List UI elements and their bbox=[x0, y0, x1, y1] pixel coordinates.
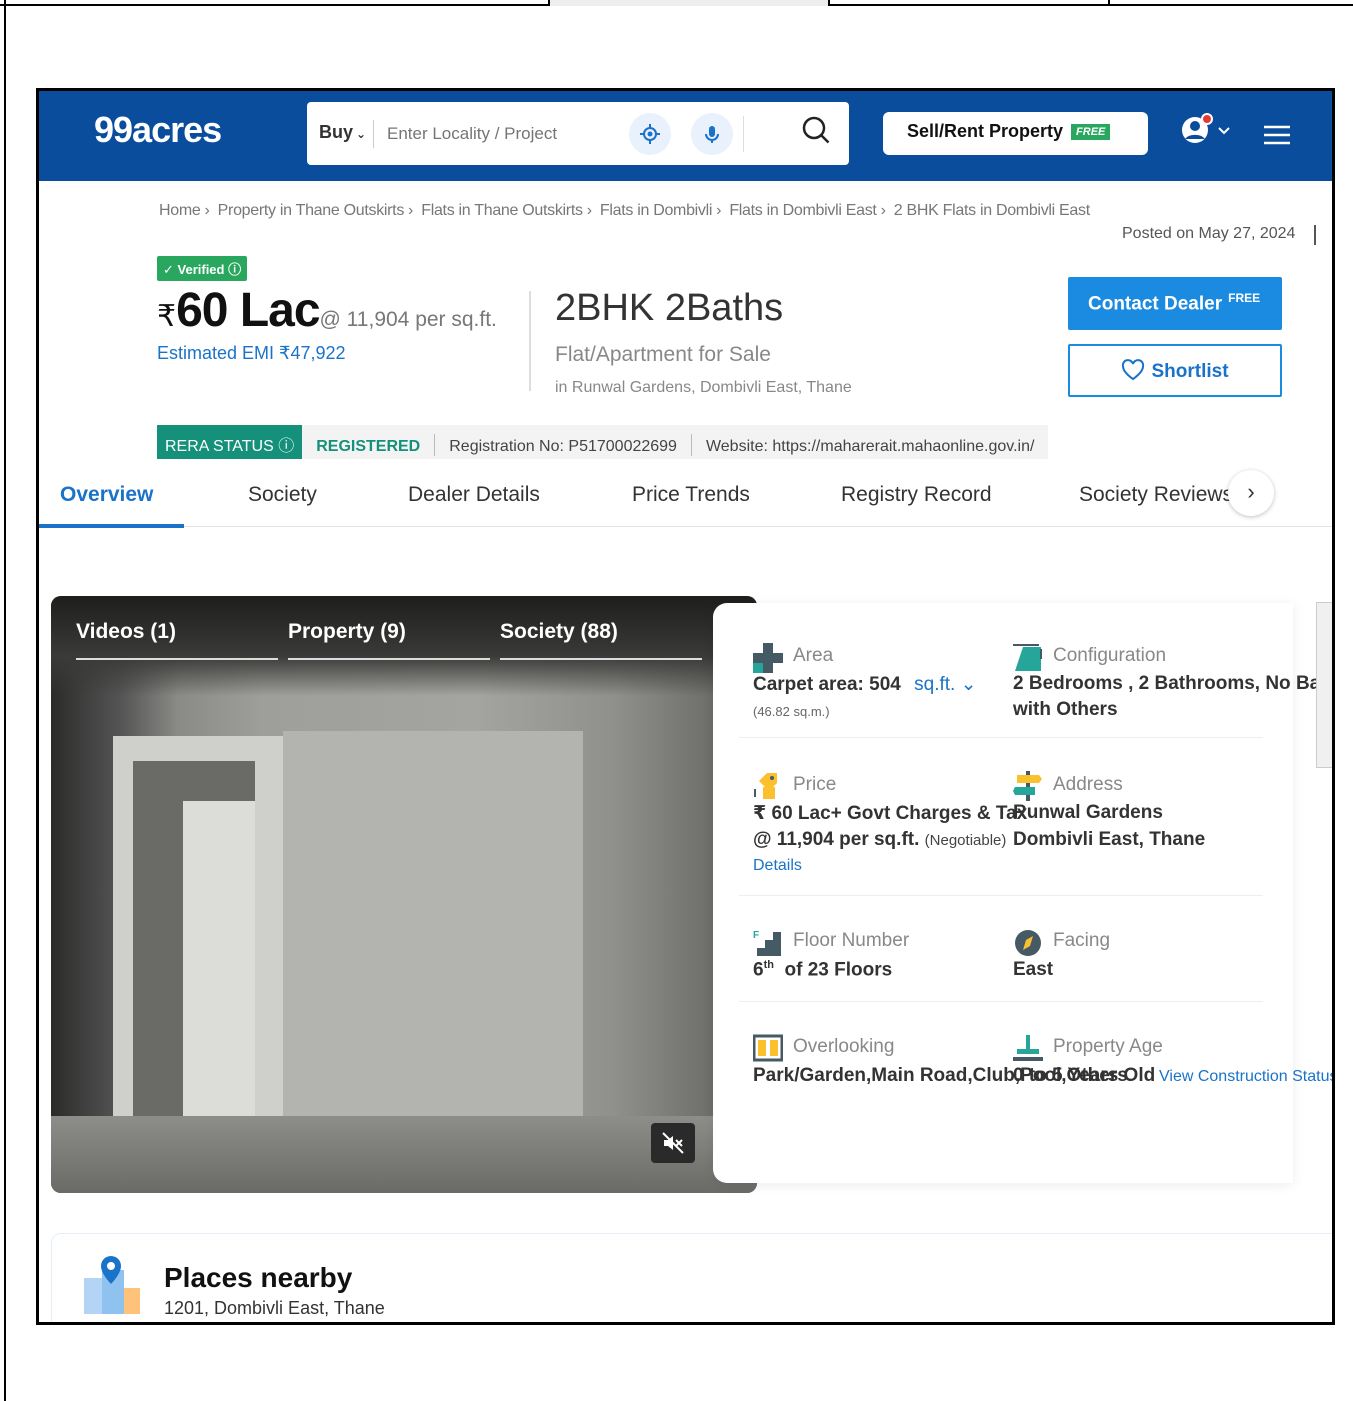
top-table-edge bbox=[0, 0, 1353, 6]
configuration-icon bbox=[1013, 644, 1042, 671]
tab-registry-record[interactable]: Registry Record bbox=[841, 483, 992, 507]
search-bar: Buy ⌄ bbox=[307, 102, 849, 165]
buy-dropdown[interactable]: Buy ⌄ bbox=[319, 122, 366, 143]
media-gallery[interactable]: Videos (1) Property (9) Society (88) bbox=[51, 596, 757, 1193]
breadcrumb: Home › Property in Thane Outskirts › Flats… bbox=[159, 202, 1090, 219]
price-label: Price bbox=[793, 774, 837, 795]
floor-number-label: Floor Number bbox=[793, 930, 910, 951]
tabs-next-button[interactable]: › bbox=[1228, 470, 1274, 516]
gallery-tab-videos[interactable]: Videos (1) bbox=[76, 620, 176, 644]
overlooking-window-icon bbox=[753, 1034, 783, 1062]
contact-dealer-button[interactable]: Contact Dealer FREE bbox=[1068, 277, 1282, 330]
area-label: Area bbox=[793, 645, 834, 666]
gallery-tab-society[interactable]: Society (88) bbox=[500, 620, 618, 644]
chevron-right-icon: › bbox=[1247, 479, 1255, 504]
listing-title: 2BHK 2Baths bbox=[555, 287, 784, 329]
area-icon bbox=[753, 643, 783, 673]
address-value: Runwal Gardens bbox=[1013, 802, 1163, 823]
configuration-label: Configuration bbox=[1053, 645, 1167, 666]
heart-icon bbox=[1122, 359, 1145, 381]
address-signpost-icon bbox=[1013, 771, 1042, 801]
overlooking-label: Overlooking bbox=[793, 1036, 895, 1057]
rera-website: Website: https://maharerait.mahaonline.g… bbox=[705, 438, 1035, 455]
breadcrumb-item[interactable]: Flats in Dombivli bbox=[600, 202, 713, 219]
breadcrumb-item[interactable]: 2 BHK Flats in Dombivli East bbox=[894, 202, 1090, 219]
screenshot-canvas: 99acres Buy⌄ Sell/Rent PropertyFREE bbox=[0, 0, 1353, 1401]
rera-registration: Registration No: P51700022699 bbox=[449, 438, 677, 455]
tab-overview[interactable]: Overview bbox=[60, 483, 153, 507]
compass-icon bbox=[1015, 930, 1041, 956]
area-sqm: (46.82 sq.m.) bbox=[753, 704, 830, 719]
tab-dealer-details[interactable]: Dealer Details bbox=[408, 483, 540, 507]
gallery-tab-property[interactable]: Property (9) bbox=[288, 620, 406, 644]
address-label: Address bbox=[1053, 774, 1123, 795]
mute-button[interactable] bbox=[651, 1123, 695, 1163]
verified-badge[interactable]: ✓ Verified ⓘ bbox=[157, 256, 248, 281]
estimated-emi-link[interactable]: Estimated EMI ₹47,922 bbox=[157, 343, 346, 364]
rera-status-label[interactable]: RERA STATUS ⓘ bbox=[157, 425, 303, 459]
tab-society-reviews[interactable]: Society Reviews bbox=[1079, 483, 1233, 507]
shortlist-button[interactable]: Shortlist bbox=[1068, 344, 1282, 397]
price-per-sqft: @ 11,904 per sq.ft. (Negotiable) bbox=[753, 829, 1007, 850]
locate-icon bbox=[640, 124, 660, 144]
breadcrumb-item[interactable]: Property in Thane Outskirts bbox=[218, 202, 405, 219]
free-badge: FREE bbox=[1071, 124, 1111, 140]
configuration-value: 2 Bedrooms , 2 Bathrooms, No Bal bbox=[1013, 673, 1326, 694]
price-value: ₹ 60 Lac+ Govt Charges & Tax bbox=[753, 803, 1028, 824]
floor-number-value: 6th of 23 Floors bbox=[753, 959, 893, 981]
user-icon bbox=[1182, 113, 1230, 143]
address-value-2: Dombivli East, Thane bbox=[1013, 829, 1206, 850]
locate-button[interactable] bbox=[629, 113, 671, 155]
property-age-icon bbox=[1013, 1035, 1043, 1061]
user-menu[interactable] bbox=[1179, 113, 1235, 152]
price-tag-icon bbox=[754, 773, 777, 799]
area-unit-dropdown[interactable]: sq.ft. ⌄ bbox=[914, 674, 976, 695]
area-value: Carpet area: 504 sq.ft. ⌄ bbox=[753, 674, 977, 695]
places-nearby-icon bbox=[84, 1256, 140, 1314]
breadcrumb-item[interactable]: Flats in Thane Outskirts bbox=[421, 202, 583, 219]
left-border-line bbox=[4, 0, 6, 1401]
search-input[interactable] bbox=[387, 120, 587, 148]
facing-value: East bbox=[1013, 959, 1054, 980]
chevron-down-icon: ⌄ bbox=[356, 127, 367, 141]
facing-label: Facing bbox=[1053, 930, 1111, 951]
places-nearby-section: Places nearby 1201, Dombivli East, Thane bbox=[51, 1233, 1332, 1322]
configuration-value-2: with Others bbox=[1013, 699, 1118, 720]
voice-search-button[interactable] bbox=[691, 113, 733, 155]
property-details-card: Area Carpet area: 504 sq.ft. ⌄ (46.82 sq… bbox=[713, 603, 1332, 1183]
muted-speaker-icon bbox=[662, 1132, 684, 1154]
view-construction-status-link[interactable]: View Construction Status bbox=[1159, 1068, 1332, 1086]
price-details-link[interactable]: Details bbox=[753, 857, 802, 875]
tab-price-trends[interactable]: Price Trends bbox=[632, 483, 750, 507]
breadcrumb-item[interactable]: Home bbox=[159, 202, 201, 219]
property-age-label: Property Age bbox=[1053, 1036, 1163, 1057]
active-tab-indicator bbox=[39, 524, 184, 528]
search-icon bbox=[802, 116, 830, 144]
places-nearby-title: Places nearby bbox=[164, 1262, 353, 1293]
menu-icon bbox=[1264, 125, 1290, 145]
site-header: 99acres Buy⌄ Sell/Rent PropertyFREE bbox=[39, 91, 1332, 181]
listing-location: in Runwal Gardens, Dombivli East, Thane bbox=[555, 379, 852, 396]
breadcrumb-item[interactable]: Flats in Dombivli East bbox=[729, 202, 877, 219]
listing-price: ₹60 Lac@ 11,904 per sq.ft. bbox=[157, 284, 497, 337]
property-age-value: 0 to 5 Years Old bbox=[1013, 1065, 1156, 1086]
floor-number-icon: F bbox=[753, 930, 781, 956]
svg-text:F: F bbox=[753, 930, 759, 941]
search-button[interactable] bbox=[801, 115, 831, 150]
hamburger-menu[interactable] bbox=[1263, 125, 1291, 150]
listing-subtitle: Flat/Apartment for Sale bbox=[555, 343, 771, 366]
places-nearby-address: 1201, Dombivli East, Thane bbox=[164, 1298, 385, 1318]
tab-society[interactable]: Society bbox=[248, 483, 317, 507]
feedback-side-tab[interactable] bbox=[1316, 602, 1332, 768]
browser-frame: 99acres Buy⌄ Sell/Rent PropertyFREE bbox=[36, 88, 1335, 1325]
logo[interactable]: 99acres bbox=[94, 109, 222, 151]
posted-date: Posted on May 27, 2024 bbox=[1122, 225, 1296, 242]
section-tabs: Overview Society Dealer Details Price Tr… bbox=[39, 471, 1332, 528]
rera-status-value: REGISTERED bbox=[316, 438, 421, 455]
microphone-icon bbox=[705, 126, 719, 143]
sell-rent-property-button[interactable]: Sell/Rent Property FREE bbox=[883, 112, 1148, 155]
rera-status-bar: RERA STATUS ⓘ REGISTERED Registration No: … bbox=[157, 425, 1049, 459]
